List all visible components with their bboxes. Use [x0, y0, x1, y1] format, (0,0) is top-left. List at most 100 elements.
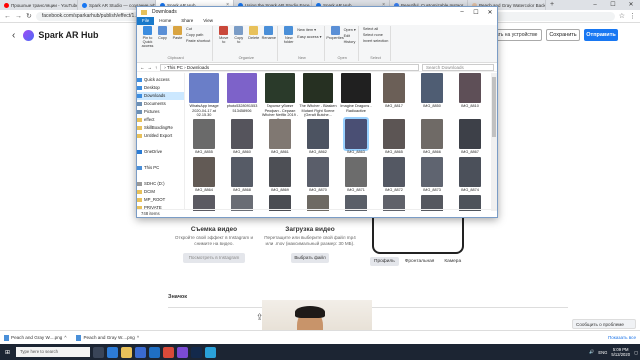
ribbon-small-button[interactable]: History — [344, 40, 356, 44]
file-thumbnail[interactable]: IMG_8872 — [377, 157, 411, 193]
send-button[interactable]: Отправить — [584, 29, 618, 41]
scroll-thumb[interactable] — [492, 77, 496, 137]
ribbon-small-button[interactable]: Open ▾ — [344, 27, 356, 32]
clock[interactable]: 5:09 PM 5/12/2020 — [611, 347, 630, 357]
ribbon-button[interactable]: Paste — [171, 26, 184, 40]
file-thumbnail[interactable]: IMG_8873 — [415, 157, 449, 193]
file-thumbnail[interactable]: Гарольт убиект Реофан - Сериал Witcher N… — [262, 73, 298, 122]
file-thumbnail[interactable]: IMG_8868 — [225, 157, 259, 193]
ribbon-button[interactable]: Copy — [156, 26, 169, 40]
chrome-icon[interactable] — [163, 346, 174, 358]
ribbon-button[interactable]: New folder — [282, 26, 295, 44]
ribbon-button[interactable]: Pin to Quick access — [141, 26, 154, 48]
nav-item[interactable]: DCIM — [137, 188, 184, 196]
preview-tab[interactable]: Фронтальная — [401, 257, 439, 266]
ribbon-tab[interactable]: File — [137, 17, 155, 25]
mail-icon[interactable] — [149, 346, 160, 358]
back-icon[interactable]: ← — [4, 13, 11, 20]
nav-item[interactable] — [137, 140, 184, 148]
nav-item[interactable]: Desktop — [137, 84, 184, 92]
nav-item[interactable]: effect — [137, 116, 184, 124]
file-thumbnail[interactable]: IMG_8810 — [453, 73, 487, 109]
save-button[interactable]: Сохранить — [546, 29, 580, 41]
preview-tab[interactable]: Камера — [440, 257, 465, 266]
file-thumbnail[interactable]: IMG_8871 — [339, 157, 373, 193]
spark-ar-icon[interactable] — [177, 346, 188, 358]
ribbon-small-button[interactable]: Select none — [363, 33, 389, 37]
ribbon-small-button[interactable]: Select all — [363, 27, 389, 31]
choose-file-button[interactable]: Выбрать файл — [291, 253, 329, 263]
notification-icon[interactable]: ▢ — [634, 350, 638, 355]
file-thumbnail[interactable]: photo5328091553 513458906 — [225, 73, 259, 113]
ribbon-button[interactable]: Rename — [262, 26, 276, 40]
ribbon-tab[interactable]: Share — [176, 17, 198, 25]
nav-item[interactable]: Quick access — [137, 76, 184, 84]
volume-icon[interactable]: 🔊 — [589, 349, 594, 355]
explorer-minimize-icon[interactable]: – — [455, 9, 469, 16]
file-thumbnail[interactable]: Imagine Dragons - Radioactive — [339, 73, 373, 113]
explorer-back-icon[interactable]: ← — [140, 65, 145, 70]
ribbon-button[interactable]: Copy to — [232, 26, 245, 44]
nav-item[interactable]: Untitled Export — [137, 132, 184, 140]
menu-icon[interactable]: ⋮ — [629, 12, 636, 20]
file-thumbnail[interactable]: IMG_8817 — [377, 73, 411, 109]
file-thumbnail[interactable]: The Witcher - Blasken Mutant Fight Scene… — [299, 73, 337, 118]
minimize-icon[interactable]: – — [586, 0, 604, 10]
nav-item[interactable]: Documents — [137, 100, 184, 108]
file-thumbnail[interactable]: IMG_8864 — [187, 157, 221, 193]
file-thumbnail[interactable]: WhatsApp Image 2020-04-17 at 02.15.30 — [187, 73, 221, 118]
explorer-up-icon[interactable]: ↑ — [155, 65, 157, 70]
star-icon[interactable]: ☆ — [619, 12, 625, 20]
store-icon[interactable] — [135, 346, 146, 358]
ribbon-small-button[interactable]: Easy access ▾ — [297, 34, 321, 39]
browser-tab[interactable]: Прошлые трансляции - YouTube× — [0, 0, 78, 10]
file-thumbnail[interactable]: IMG_8865 — [377, 119, 411, 155]
nav-item[interactable] — [137, 172, 184, 180]
language-indicator[interactable]: ENG — [598, 350, 607, 355]
view-in-instagram-button[interactable]: Посмотреть в Instagram — [183, 253, 245, 263]
file-thumbnail[interactable]: IMG_8874 — [453, 157, 487, 193]
download-item[interactable]: Peach and Gray W....png ^ — [76, 334, 139, 341]
folder-taskbar-icon[interactable] — [121, 346, 132, 358]
report-problem-button[interactable]: Сообщить о проблеме — [572, 319, 636, 329]
file-thumbnail[interactable]: IMG_8867 — [453, 119, 487, 155]
file-thumbnail[interactable]: IMG_8861 — [263, 119, 297, 155]
file-thumbnail[interactable]: IMG_8863 — [339, 117, 373, 155]
ribbon-small-button[interactable]: Invert selection — [363, 39, 389, 43]
explorer-search-input[interactable]: Search Downloads — [422, 63, 494, 71]
nav-item[interactable] — [137, 156, 184, 164]
file-thumbnail[interactable]: IMG_8870 — [301, 157, 335, 193]
file-thumbnail[interactable]: IMG_8869 — [263, 157, 297, 193]
nav-item[interactable]: This PC — [137, 164, 184, 172]
ribbon-small-button[interactable]: Copy path — [186, 33, 210, 37]
explorer-close-icon[interactable]: ✕ — [483, 9, 497, 16]
nav-item[interactable]: SkillBoxdingRe — [137, 124, 184, 132]
close-icon[interactable]: ✕ — [622, 0, 640, 10]
maximize-icon[interactable]: ☐ — [604, 0, 622, 10]
preview-tab[interactable]: Профиль — [370, 257, 399, 266]
file-thumbnail[interactable]: IMG_8855 — [187, 119, 221, 155]
show-all-link[interactable]: Показать все — [608, 335, 636, 340]
nav-item[interactable]: SDHC (D:) — [137, 180, 184, 188]
back-arrow-icon[interactable]: ‹ — [12, 30, 15, 41]
ribbon-button[interactable]: Properties — [326, 26, 344, 40]
nav-item[interactable]: OneDrive — [137, 148, 184, 156]
nav-item[interactable]: Downloads — [137, 92, 184, 100]
file-thumbnail[interactable]: IMG_8862 — [301, 119, 335, 155]
telegram-icon[interactable] — [205, 346, 216, 358]
ribbon-small-button[interactable]: New item ▾ — [297, 27, 321, 32]
nav-item[interactable]: Pictures — [137, 108, 184, 116]
reload-icon[interactable]: ↻ — [26, 12, 32, 20]
forward-icon[interactable]: → — [15, 13, 22, 20]
vertical-scrollbar[interactable] — [491, 73, 497, 211]
file-thumbnail[interactable]: IMG_8866 — [415, 119, 449, 155]
taskbar-search-input[interactable]: Type here to search — [16, 347, 90, 357]
download-item[interactable]: Peach and Gray W....png ^ — [4, 334, 66, 341]
ribbon-small-button[interactable]: Paste shortcut — [186, 39, 210, 43]
explorer-path[interactable]: › This PC › Downloads — [160, 63, 419, 71]
explorer-forward-icon[interactable]: → — [148, 65, 153, 70]
windows-start-icon[interactable]: ⊞ — [2, 347, 13, 358]
chevron-up-icon[interactable]: ^ — [137, 335, 139, 340]
ribbon-button[interactable]: Move to — [217, 26, 230, 44]
file-thumbnail[interactable]: IMG_8860 — [225, 119, 259, 155]
